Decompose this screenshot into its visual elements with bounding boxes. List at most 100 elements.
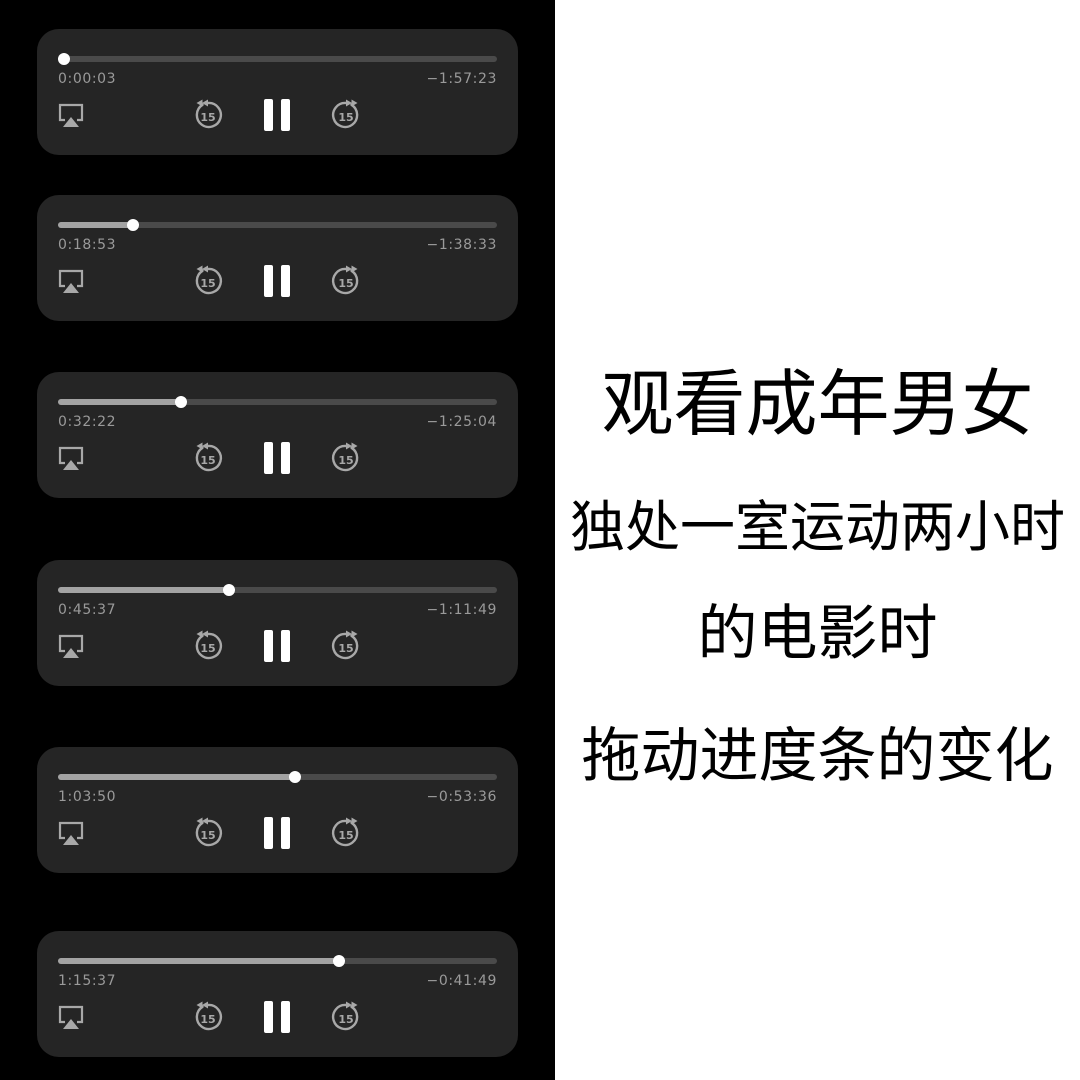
skip-forward-15-button[interactable]: 15 (330, 265, 362, 297)
airplay-icon (58, 446, 84, 470)
skip-forward-label: 15 (338, 111, 353, 124)
pause-button[interactable] (261, 815, 293, 851)
media-player: 0:00:03 −1:57:23 15 15 (37, 29, 518, 155)
elapsed-time: 0:18:53 (58, 237, 117, 253)
airplay-icon (58, 821, 84, 845)
skip-back-15-icon: 15 (195, 817, 223, 847)
pause-button[interactable] (261, 97, 293, 133)
progress-track[interactable] (57, 53, 497, 65)
skip-forward-15-button[interactable]: 15 (330, 99, 362, 131)
airplay-button[interactable] (57, 101, 85, 129)
caption-line-1: 观看成年男女 (601, 362, 1034, 446)
skip-forward-label: 15 (338, 1013, 353, 1026)
progress-track[interactable] (58, 771, 497, 783)
airplay-button[interactable] (57, 444, 85, 472)
skip-forward-15-icon: 15 (331, 99, 359, 129)
skip-forward-label: 15 (338, 277, 353, 290)
skip-forward-15-icon: 15 (331, 817, 359, 847)
elapsed-time: 0:00:03 (58, 71, 117, 87)
pause-icon (264, 1001, 290, 1033)
pause-icon (264, 99, 290, 131)
progress-knob[interactable] (57, 53, 70, 65)
airplay-button[interactable] (57, 819, 85, 847)
remaining-time: −1:11:49 (426, 602, 497, 618)
skip-back-15-icon: 15 (195, 99, 223, 129)
skip-back-label: 15 (200, 111, 215, 124)
skip-forward-15-button[interactable]: 15 (330, 817, 362, 849)
remaining-time: −1:25:04 (426, 414, 497, 430)
skip-back-label: 15 (200, 829, 215, 842)
elapsed-time: 0:45:37 (58, 602, 117, 618)
skip-forward-label: 15 (338, 829, 353, 842)
skip-forward-15-icon: 15 (331, 442, 359, 472)
progress-track[interactable] (58, 955, 497, 967)
progress-fill (58, 958, 339, 964)
media-player: 0:45:37 −1:11:49 15 15 (37, 560, 518, 686)
caption-line-4: 拖动进度条的变化 (581, 721, 1054, 790)
media-player: 1:15:37 −0:41:49 15 15 (37, 931, 518, 1057)
skip-forward-15-icon: 15 (331, 265, 359, 295)
airplay-button[interactable] (57, 1003, 85, 1031)
caption-line-3: 的电影时 (697, 599, 938, 669)
skip-back-15-button[interactable]: 15 (192, 1001, 224, 1033)
media-player: 0:32:22 −1:25:04 15 15 (37, 372, 518, 498)
pause-button[interactable] (261, 628, 293, 664)
pause-button[interactable] (261, 263, 293, 299)
player-column: 0:00:03 −1:57:23 15 15 0:18:53 −1:38:33 (0, 0, 555, 1080)
progress-knob[interactable] (174, 396, 187, 408)
skip-back-15-icon: 15 (195, 265, 223, 295)
pause-icon (264, 442, 290, 474)
skip-back-15-icon: 15 (195, 442, 223, 472)
media-player: 1:03:50 −0:53:36 15 15 (37, 747, 518, 873)
progress-knob[interactable] (223, 584, 236, 596)
airplay-icon (58, 634, 84, 658)
airplay-icon (58, 1005, 84, 1029)
caption-line-2: 独处一室运动两小时 (569, 495, 1065, 559)
skip-back-15-icon: 15 (195, 630, 223, 660)
skip-forward-15-icon: 15 (331, 630, 359, 660)
remaining-time: −0:53:36 (426, 789, 497, 805)
pause-icon (264, 630, 290, 662)
pause-icon (264, 265, 290, 297)
skip-back-15-button[interactable]: 15 (192, 99, 224, 131)
skip-back-15-button[interactable]: 15 (192, 265, 224, 297)
skip-forward-15-button[interactable]: 15 (330, 630, 362, 662)
skip-back-15-icon: 15 (195, 1001, 223, 1031)
skip-back-15-button[interactable]: 15 (192, 817, 224, 849)
progress-track[interactable] (58, 584, 497, 596)
progress-knob[interactable] (289, 771, 302, 783)
progress-fill (58, 774, 296, 780)
airplay-icon (58, 103, 84, 127)
media-player: 0:18:53 −1:38:33 15 15 (37, 195, 518, 321)
skip-forward-label: 15 (338, 454, 353, 467)
remaining-time: −0:41:49 (426, 973, 497, 989)
remaining-time: −1:57:23 (426, 71, 497, 87)
pause-icon (264, 817, 290, 849)
airplay-button[interactable] (57, 267, 85, 295)
remaining-time: −1:38:33 (426, 237, 497, 253)
pause-button[interactable] (261, 440, 293, 476)
caption-panel: 观看成年男女 独处一室运动两小时 的电影时 拖动进度条的变化 (555, 0, 1080, 1080)
skip-forward-15-button[interactable]: 15 (330, 442, 362, 474)
skip-back-label: 15 (200, 1013, 215, 1026)
progress-track[interactable] (58, 219, 497, 231)
elapsed-time: 1:03:50 (58, 789, 117, 805)
elapsed-time: 0:32:22 (58, 414, 117, 430)
skip-back-15-button[interactable]: 15 (192, 442, 224, 474)
stage: 0:00:03 −1:57:23 15 15 0:18:53 −1:38:33 (0, 0, 1080, 1080)
skip-forward-15-button[interactable]: 15 (330, 1001, 362, 1033)
skip-back-label: 15 (200, 642, 215, 655)
progress-knob[interactable] (332, 955, 345, 967)
progress-fill (58, 587, 230, 593)
progress-fill (58, 399, 181, 405)
progress-fill (58, 222, 133, 228)
progress-knob[interactable] (126, 219, 139, 231)
progress-track[interactable] (58, 396, 497, 408)
airplay-icon (58, 269, 84, 293)
elapsed-time: 1:15:37 (58, 973, 117, 989)
airplay-button[interactable] (57, 632, 85, 660)
skip-forward-15-icon: 15 (331, 1001, 359, 1031)
skip-forward-label: 15 (338, 642, 353, 655)
skip-back-15-button[interactable]: 15 (192, 630, 224, 662)
pause-button[interactable] (261, 999, 293, 1035)
